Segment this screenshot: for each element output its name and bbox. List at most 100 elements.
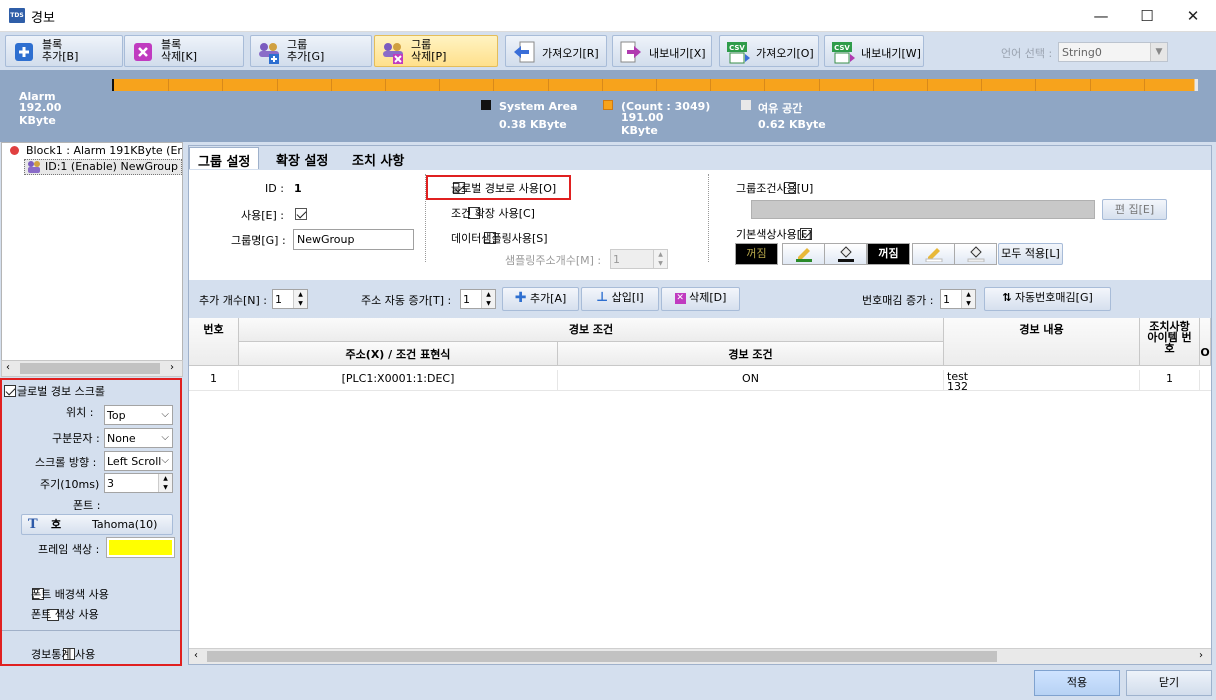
app-icon: TDS — [9, 8, 25, 23]
export-button[interactable]: 내보내기[X] — [612, 35, 712, 67]
close-button[interactable]: 닫기 — [1126, 670, 1212, 696]
memory-bar-tick — [764, 79, 765, 91]
scroll-right-icon: › — [170, 362, 174, 373]
grid-horizontal-scrollbar[interactable]: ‹ › — [189, 648, 1211, 664]
tree-horizontal-scrollbar[interactable]: ‹ › — [1, 360, 183, 377]
svg-text:CSV: CSV — [834, 44, 850, 52]
stepper-arrows-icon: ▲ ▼ — [653, 250, 667, 268]
header-content[interactable]: 경보 내용 — [944, 318, 1140, 366]
block-add-button[interactable]: 블록 추가[B] — [5, 35, 123, 67]
header-action[interactable]: 조치사항 아이템 번 호 — [1140, 318, 1200, 366]
separator-select[interactable]: None ⌵ — [104, 428, 173, 448]
group-id-value: 1 — [294, 182, 302, 195]
memory-bar-tick — [1035, 79, 1036, 91]
off-fg-swatch[interactable]: 꺼짐 — [867, 243, 910, 265]
csv-export-button[interactable]: CSV 내보내기[W] — [824, 35, 924, 67]
frame-color-picker[interactable] — [106, 537, 175, 558]
scroll-thumb[interactable] — [20, 363, 160, 374]
language-select[interactable]: String0 ▼ — [1058, 42, 1168, 62]
group-name-input[interactable]: NewGroup — [293, 229, 414, 250]
position-select[interactable]: Top ⌵ — [104, 405, 173, 425]
use-checkbox[interactable] — [295, 208, 307, 220]
block-icon — [10, 146, 19, 155]
edit-button[interactable]: 편 집[E] — [1102, 199, 1167, 220]
header-no[interactable]: 번호 — [189, 318, 239, 366]
apply-button[interactable]: 적용 — [1034, 670, 1120, 696]
pen-color-button-2[interactable] — [912, 243, 955, 265]
cell-cond[interactable]: ON — [558, 370, 944, 390]
add-count-stepper[interactable]: 1 ▲ ▼ — [272, 289, 308, 309]
close-icon[interactable]: ✕ — [1170, 0, 1216, 32]
insert-row-button[interactable]: ⊥ 삽입[I] — [581, 287, 659, 311]
cell-action[interactable]: 1 — [1140, 370, 1200, 390]
cell-content[interactable]: test 132 — [944, 370, 1140, 390]
maximize-icon[interactable]: ☐ — [1124, 0, 1170, 32]
global-scroll-checkbox[interactable] — [4, 385, 16, 397]
pencil-icon — [795, 248, 812, 262]
direction-select[interactable]: Left Scroll ⌵ — [104, 451, 173, 471]
fill-color-button[interactable] — [824, 243, 867, 265]
delete-icon — [134, 43, 152, 61]
alarm-tree: Block1 : Alarm 191KByte (Enabl ID:1 (Ena… — [1, 142, 183, 367]
cell-addr[interactable]: [PLC1:X0001:1:DEC] — [239, 370, 558, 390]
free-area-swatch — [741, 100, 751, 110]
cell-no[interactable]: 1 — [189, 370, 239, 390]
apply-all-button[interactable]: 모두 적용[L] — [998, 243, 1063, 265]
header-condition[interactable]: 경보 조건 — [239, 318, 944, 342]
memory-bar-tick — [1144, 79, 1145, 91]
memory-bar-tick — [493, 79, 494, 91]
fill-color-button-2[interactable] — [954, 243, 997, 265]
auto-addr-stepper[interactable]: 1 ▲ ▼ — [460, 289, 496, 309]
tab-group-settings[interactable]: 그룹 설정 — [189, 147, 260, 170]
group-add-button[interactable]: 그룹 추가[G] — [250, 35, 372, 67]
header-extra[interactable]: O — [1200, 318, 1211, 366]
stepper-arrows-icon: ▲ ▼ — [158, 474, 172, 492]
header-addr[interactable]: 주소(X) / 조건 표현식 — [239, 342, 558, 366]
numbering-stepper[interactable]: 1 ▲ ▼ — [940, 289, 976, 309]
csv-export-icon: CSV — [832, 42, 855, 64]
header-alarm-cond[interactable]: 경보 조건 — [558, 342, 944, 366]
add-row-button[interactable]: ✚ 추가[A] — [502, 287, 579, 311]
memory-bar-tick — [1090, 79, 1091, 91]
stepper-arrows-icon: ▲ ▼ — [293, 290, 307, 308]
off-bg-swatch[interactable]: 꺼짐 — [735, 243, 778, 265]
scroll-left-icon: ‹ — [194, 650, 198, 661]
import-button[interactable]: 가져오기[R] — [505, 35, 607, 67]
csv-import-button[interactable]: CSV 가져오기[O] — [719, 35, 819, 67]
tab-actions[interactable]: 조치 사항 — [344, 147, 412, 169]
memory-bar-tick — [439, 79, 440, 91]
pen-color-button[interactable] — [782, 243, 825, 265]
memory-bar-tick — [385, 79, 386, 91]
memory-bar-tick — [277, 79, 278, 91]
tab-extended-settings[interactable]: 확장 설정 — [268, 147, 336, 169]
global-scroll-settings: 글로벌 경보 스크롤 위치 : Top ⌵ 구분문자 : None ⌵ 스크롤 방향… — [0, 378, 182, 666]
delete-row-button[interactable]: ✕ 삭제[D] — [661, 287, 740, 311]
divider — [2, 630, 180, 631]
memory-bar-tick — [873, 79, 874, 91]
auto-number-button[interactable]: ⇅ 자동번호매김[G] — [984, 287, 1111, 311]
tree-block-item[interactable]: Block1 : Alarm 191KByte (Enabl — [26, 144, 182, 157]
language-label: 언어 선택 : — [1001, 47, 1053, 60]
minimize-icon[interactable]: — — [1078, 0, 1124, 32]
chevron-down-icon: ⌵ — [161, 409, 169, 420]
memory-bar-tick — [656, 79, 657, 91]
title-bar — [0, 0, 1216, 32]
font-button[interactable]: T 호 Tahoma(10) — [21, 514, 173, 535]
system-area-swatch — [481, 100, 491, 110]
global-scroll-label: 글로벌 경보 스크롤 — [17, 385, 105, 398]
pencil-icon — [925, 248, 942, 263]
alarm-grid — [189, 318, 1211, 648]
used-area-swatch — [603, 100, 613, 110]
stepper-arrows-icon: ▲ ▼ — [961, 290, 975, 308]
group-delete-button[interactable]: 그룹 삭제[P] — [374, 35, 498, 67]
plus-icon — [15, 43, 33, 61]
block-delete-button[interactable]: 블록 삭제[K] — [124, 35, 244, 67]
memory-usage-bar — [112, 79, 1198, 91]
highlight-global-alarm — [426, 175, 571, 200]
scroll-thumb[interactable] — [207, 651, 997, 662]
sampling-count-stepper[interactable]: 1 ▲ ▼ — [610, 249, 668, 269]
memory-bar-tick — [927, 79, 928, 91]
period-stepper[interactable]: 3 ▲ ▼ — [104, 473, 173, 493]
font-icon: T — [28, 517, 38, 532]
group-cond-input[interactable] — [751, 200, 1095, 219]
